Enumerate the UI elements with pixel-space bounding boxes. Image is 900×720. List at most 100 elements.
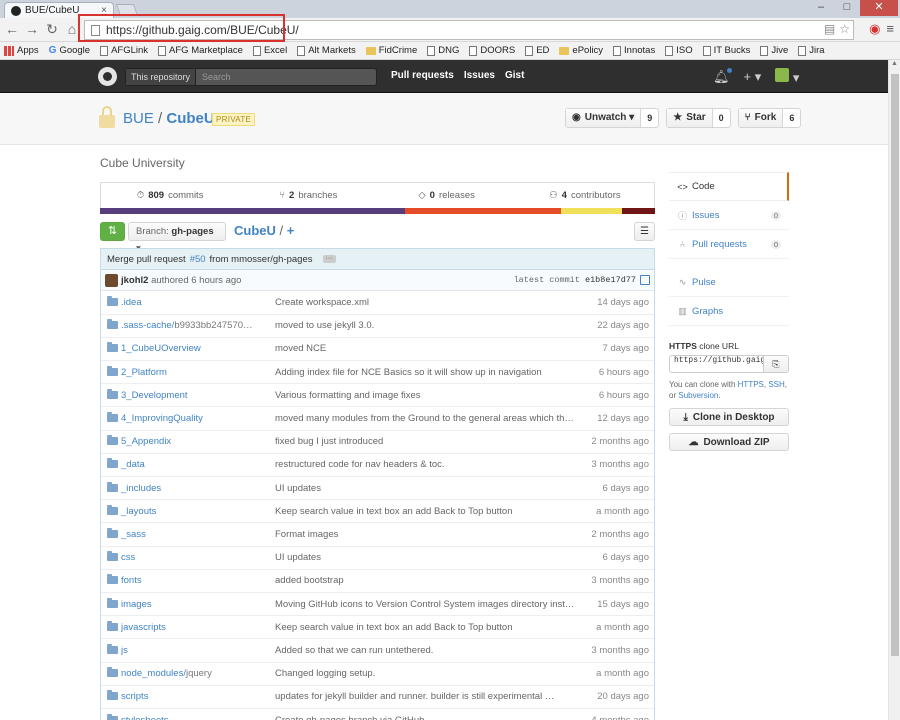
file-name-link[interactable]: 4_ImprovingQuality <box>121 413 203 424</box>
file-commit-message[interactable]: UI updates <box>275 483 321 494</box>
branch-select[interactable]: Branch: gh-pages ▾ <box>128 222 226 254</box>
file-commit-message[interactable]: updates for jekyll builder and runner. b… <box>275 691 554 702</box>
language-bar[interactable] <box>100 208 655 214</box>
file-name-link[interactable]: scripts <box>121 691 148 702</box>
file-commit-message[interactable]: Adding index file for NCE Basics so it w… <box>275 367 542 378</box>
breadcrumb-repo-link[interactable]: CubeU <box>234 223 276 238</box>
scroll-up-arrow-icon[interactable]: ▲ <box>889 60 900 72</box>
file-name-link[interactable]: 2_Platform <box>121 367 167 378</box>
summary-commits[interactable]: ⏱ 809 commits <box>101 183 239 208</box>
nav-issues[interactable]: Issues <box>464 70 495 81</box>
repo-action-count[interactable]: 6 <box>783 109 800 127</box>
file-name-sublink[interactable]: b9933bb247570… <box>174 320 252 331</box>
bookmark-item[interactable]: AFGLink <box>100 45 148 56</box>
file-commit-message[interactable]: Keep search value in text box an add Bac… <box>275 622 513 633</box>
file-commit-message[interactable]: moved NCE <box>275 343 326 354</box>
bookmark-item[interactable]: AFG Marketplace <box>158 45 243 56</box>
summary-releases[interactable]: ◇ 0 releases <box>378 183 516 208</box>
clone-in-desktop-button[interactable]: ⤓ Clone in Desktop <box>669 408 789 426</box>
commit-message-rest[interactable]: from mmosser/gh-pages <box>210 254 313 265</box>
file-commit-message[interactable]: Create gh-pages branch via GitHub <box>275 715 424 720</box>
file-name-link[interactable]: 3_Development <box>121 390 188 401</box>
bookmark-item[interactable]: ePolicy <box>559 45 603 56</box>
language-segment[interactable] <box>405 208 561 214</box>
repo-action-count[interactable]: 0 <box>713 109 730 127</box>
page-scrollbar[interactable]: ▲ <box>888 60 900 720</box>
clone-protocol[interactable]: HTTPS <box>669 341 697 351</box>
file-name-link[interactable]: images <box>121 599 152 610</box>
file-commit-message[interactable]: Changed logging setup. <box>275 668 375 679</box>
file-commit-message[interactable]: Keep search value in text box an add Bac… <box>275 506 513 517</box>
file-name-link[interactable]: stylesheets <box>121 715 169 720</box>
scrollbar-thumb[interactable] <box>891 74 899 656</box>
bell-icon[interactable]: 🔔︎ <box>713 68 731 85</box>
bookmark-item[interactable]: Apps <box>4 45 39 56</box>
file-commit-message[interactable]: Moving GitHub icons to Version Control S… <box>275 599 576 610</box>
bookmark-item[interactable]: ED <box>525 45 549 56</box>
file-commit-message[interactable]: fixed bug I just introduced <box>275 436 383 447</box>
bookmark-item[interactable]: Jive <box>760 45 788 56</box>
file-name-link[interactable]: _includes <box>121 483 161 494</box>
file-commit-message[interactable]: Create workspace.xml <box>275 297 369 308</box>
nav-pull-requests[interactable]: Pull requests <box>391 70 454 81</box>
eye-button[interactable]: ◉ Unwatch ▾ <box>566 109 642 127</box>
window-close-icon[interactable]: ✕ <box>860 0 898 16</box>
language-segment[interactable] <box>560 208 622 214</box>
bookmark-star-icon[interactable]: ☆ <box>839 22 850 36</box>
repo-action-count[interactable]: 9 <box>641 109 658 127</box>
sidebar-item-code[interactable]: <> Code <box>669 172 789 201</box>
chrome-menu-icon[interactable]: ≡ <box>886 21 894 37</box>
sidebar-item-graphs[interactable]: ▥ Graphs <box>669 297 789 326</box>
file-name-link[interactable]: css <box>121 552 135 563</box>
bookmark-item[interactable]: Jira <box>798 45 825 56</box>
file-name-link[interactable]: fonts <box>121 575 142 586</box>
file-name-link[interactable]: javascripts <box>121 622 166 633</box>
file-name-link[interactable]: .idea <box>121 297 142 308</box>
file-name-link[interactable]: node_modules/ <box>121 668 186 679</box>
file-name-link[interactable]: 5_Appendix <box>121 436 171 447</box>
commit-message[interactable]: Merge pull request <box>107 254 186 265</box>
expand-commit-ellipsis[interactable]: ··· <box>322 255 336 263</box>
summary-contributors[interactable]: ⚇ 4 contributors <box>516 183 654 208</box>
nav-gist[interactable]: Gist <box>505 70 524 81</box>
clone-https-link[interactable]: HTTPS <box>738 380 764 389</box>
sidebar-item-pulse[interactable]: ∿ Pulse <box>669 268 789 297</box>
file-commit-message[interactable]: Various formatting and image fixes <box>275 390 421 401</box>
file-name-link[interactable]: _data <box>121 459 145 470</box>
file-commit-message[interactable]: moved to use jekyll 3.0. <box>275 320 374 331</box>
sidebar-item-pull-requests[interactable]: ⑃ Pull requests 0 <box>669 230 789 259</box>
bookmark-item[interactable]: DNG <box>427 45 459 56</box>
sidebar-item-issues[interactable]: ⓘ Issues 0 <box>669 201 789 230</box>
user-menu[interactable]: ▾ <box>775 68 799 86</box>
extension-icon[interactable]: ◉ <box>869 21 880 37</box>
clone-subversion-link[interactable]: Subversion <box>678 391 718 400</box>
bookmark-item[interactable]: Innotas <box>613 45 655 56</box>
clone-ssh-link[interactable]: SSH <box>768 380 784 389</box>
bookmark-item[interactable]: Excel <box>252 45 287 56</box>
bookmark-item[interactable]: Alt Markets <box>297 45 356 56</box>
file-name-link[interactable]: 1_CubeUOverview <box>121 343 201 354</box>
commit-sha-link[interactable]: e1b8e17d77 <box>585 275 636 285</box>
maximize-icon[interactable]: □ <box>834 0 860 16</box>
language-segment[interactable] <box>100 208 406 214</box>
file-name-link[interactable]: _layouts <box>121 506 156 517</box>
language-segment[interactable] <box>621 208 655 214</box>
bookmark-item[interactable]: ISO <box>665 45 693 56</box>
compare-button[interactable]: ⇅ <box>100 222 125 241</box>
file-commit-message[interactable]: Added so that we can run untethered. <box>275 645 433 656</box>
file-commit-message[interactable]: moved many modules from the Ground to th… <box>275 413 576 424</box>
reader-icon[interactable]: ▤ <box>824 22 835 36</box>
forward-arrow-icon[interactable]: → <box>24 21 40 37</box>
bookmark-item[interactable]: G Google <box>49 45 90 56</box>
repo-owner-link[interactable]: BUE <box>123 110 154 127</box>
repo-name-link[interactable]: CubeU <box>166 110 214 127</box>
copy-sha-icon[interactable] <box>640 275 650 285</box>
file-name-link[interactable]: js <box>121 645 128 656</box>
clone-url-field[interactable]: https://github.gaig <box>669 355 764 373</box>
file-commit-message[interactable]: Format images <box>275 529 338 540</box>
bookmark-item[interactable]: IT Bucks <box>702 45 750 56</box>
file-name-sublink[interactable]: jquery <box>186 668 212 679</box>
file-name-link[interactable]: .sass-cache/ <box>121 320 174 331</box>
back-arrow-icon[interactable]: ← <box>4 21 20 37</box>
summary-branches[interactable]: ⑂ 2 branches <box>239 183 377 208</box>
